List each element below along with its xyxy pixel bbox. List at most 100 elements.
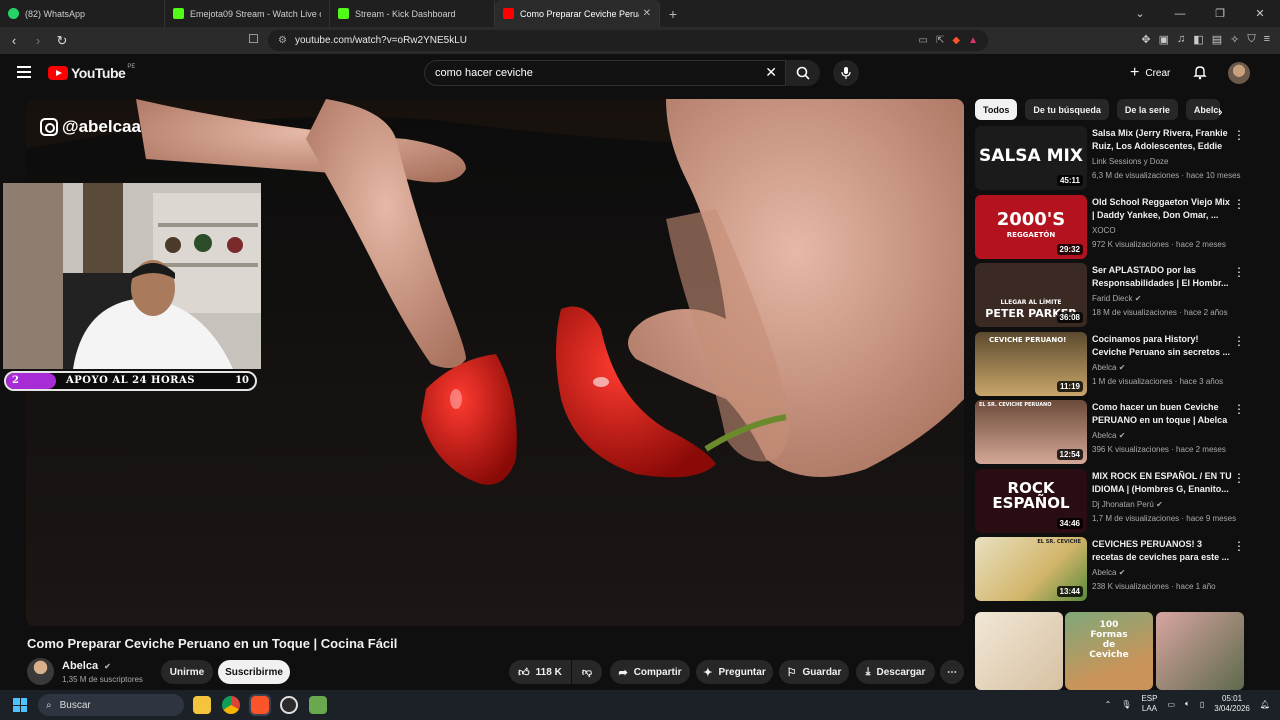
sparkle-icon: ✦ <box>703 666 713 679</box>
cast-icon[interactable]: ▭ <box>919 35 928 46</box>
window-controls: ⌄ — ❐ ✕ <box>1120 0 1280 27</box>
share-button[interactable]: ➦ Compartir <box>610 660 690 684</box>
network-icon[interactable]: ▭ <box>1167 700 1175 709</box>
channel-avatar[interactable] <box>27 658 54 685</box>
media-icon[interactable]: ♫ <box>1177 33 1185 46</box>
short-thumbnail[interactable]: 100 Formas de Ceviche <box>1065 612 1153 690</box>
subscriber-count: 1,35 M de suscriptores <box>62 675 143 684</box>
menu-icon[interactable]: ≡ <box>1264 33 1270 46</box>
microphone-icon[interactable]: 🎙︎ <box>1121 700 1131 709</box>
save-button[interactable]: ⚐ Guardar <box>779 660 849 684</box>
search-input[interactable]: como hacer ceviche ✕ <box>424 60 786 86</box>
notifications-bell-icon[interactable] <box>1192 64 1208 80</box>
kick-icon <box>338 8 349 19</box>
more-options-icon[interactable]: ⋮ <box>1233 471 1245 485</box>
recommendation-item[interactable]: ROCK ESPAÑOL 34:46 MIX ROCK EN ESPAÑOL /… <box>975 469 1245 533</box>
channel-name[interactable]: Abelca ✔ <box>62 660 111 672</box>
clock[interactable]: 05:01 3/04/2026 <box>1214 694 1250 714</box>
forward-icon[interactable]: › <box>28 33 48 48</box>
ask-button[interactable]: ✦ Preguntar <box>696 660 773 684</box>
like-button[interactable]: 👍︎ 118 K <box>509 660 571 684</box>
more-actions-button[interactable]: ⋯ <box>940 660 964 684</box>
browser-tab-kick-dashboard[interactable]: Stream - Kick Dashboard <box>330 0 495 27</box>
brave-shield-icon[interactable]: ◆ <box>952 35 960 46</box>
recommendation-meta: 396 K visualizaciones · hace 2 meses <box>1092 445 1226 454</box>
bookmark-icon[interactable]: ☐ <box>248 32 259 46</box>
chip-from-search[interactable]: De tu búsqueda <box>1025 99 1109 120</box>
share-icon[interactable]: ⇱ <box>936 35 944 46</box>
wallet-icon[interactable]: ▤ <box>1212 33 1222 46</box>
goal-end-value: 10 <box>235 375 249 386</box>
more-options-icon[interactable]: ⋮ <box>1233 334 1245 348</box>
recommendation-title: Salsa Mix (Jerry Rivera, Frankie Ruiz, L… <box>1092 128 1228 151</box>
minecraft-icon[interactable] <box>309 696 327 714</box>
recommendation-item[interactable]: EL SR. CEVICHE PERUANO 12:54 Como hacer … <box>975 400 1245 464</box>
short-thumbnail[interactable] <box>975 612 1063 690</box>
vpn-icon[interactable]: ⛉ <box>1247 33 1255 46</box>
clear-search-icon[interactable]: ✕ <box>765 64 777 81</box>
like-count: 118 K <box>535 666 562 678</box>
youtube-header: YouTube PE como hacer ceviche ✕ + Crear <box>0 54 1280 92</box>
volume-icon[interactable]: 🔈︎ <box>1185 699 1190 709</box>
search-button[interactable] <box>786 60 820 86</box>
taskbar-search[interactable]: ⌕ Buscar <box>38 694 184 716</box>
voice-search-button[interactable] <box>833 60 859 86</box>
menu-icon[interactable] <box>17 66 31 78</box>
recommendation-item[interactable]: CEVICHE PERUANO! 11:19 Cocinamos para Hi… <box>975 332 1245 396</box>
create-button[interactable]: + Crear <box>1122 62 1178 84</box>
site-info-icon[interactable]: ⚙ <box>278 35 287 46</box>
ask-label: Preguntar <box>718 666 766 678</box>
language-indicator[interactable]: ESP LAA <box>1141 694 1157 714</box>
recommendation-meta: 238 K visualizaciones · hace 1 año <box>1092 582 1216 591</box>
user-avatar[interactable] <box>1228 62 1250 84</box>
chip-from-series[interactable]: De la serie <box>1116 99 1178 120</box>
rewards-icon[interactable]: ▲ <box>968 35 978 46</box>
extensions-icon[interactable]: ✥ <box>1141 33 1150 46</box>
screenshot-icon[interactable]: ▣ <box>1159 33 1169 46</box>
chip-channel[interactable]: Abelca <box>1185 99 1220 120</box>
recommendation-item[interactable]: SALSA MIX 45:11 Salsa Mix (Jerry Rivera,… <box>975 126 1245 190</box>
chevron-right-icon[interactable]: › <box>1218 103 1223 119</box>
browser-tab-whatsapp[interactable]: (82) WhatsApp <box>0 0 165 27</box>
notifications-icon[interactable]: 🔔︎ <box>1260 700 1270 709</box>
battery-icon[interactable]: ▯ <box>1200 700 1204 709</box>
video-duration: 45:11 <box>1056 175 1083 186</box>
minimize-icon[interactable]: — <box>1160 0 1200 27</box>
new-tab-button[interactable]: + <box>660 6 686 22</box>
browser-tab-youtube[interactable]: Como Preparar Ceviche Perua ✕ <box>495 0 660 27</box>
chip-all[interactable]: Todos <box>975 99 1018 120</box>
short-thumbnail[interactable] <box>1156 612 1244 690</box>
more-options-icon[interactable]: ⋮ <box>1233 128 1245 142</box>
close-tab-icon[interactable]: ✕ <box>643 8 651 19</box>
short-title-text: 100 Formas de Ceviche <box>1089 620 1129 660</box>
more-options-icon[interactable]: ⋮ <box>1233 539 1245 553</box>
windows-start-icon[interactable] <box>13 698 27 712</box>
recommendation-item[interactable]: 2000'S REGGAETÓN 29:32 Old School Reggae… <box>975 195 1245 259</box>
reload-icon[interactable]: ↻ <box>52 33 72 49</box>
address-bar-actions: ▭ ⇱ ◆ ▲ <box>919 35 988 46</box>
more-options-icon[interactable]: ⋮ <box>1233 197 1245 211</box>
restore-icon[interactable]: ❐ <box>1200 0 1240 27</box>
sidebar-icon[interactable]: ◧ <box>1193 33 1203 46</box>
chevron-up-icon[interactable]: ⌃ <box>1105 700 1112 709</box>
dislike-button[interactable]: 👎︎ <box>572 660 602 684</box>
leo-icon[interactable]: ✧ <box>1230 33 1239 46</box>
chrome-icon[interactable] <box>222 696 240 714</box>
close-window-icon[interactable]: ✕ <box>1240 0 1280 27</box>
collapse-icon[interactable]: ⌄ <box>1120 0 1160 27</box>
youtube-logo[interactable]: YouTube PE <box>48 64 135 81</box>
file-explorer-icon[interactable] <box>193 696 211 714</box>
address-bar[interactable]: ⚙ youtube.com/watch?v=oRw2YNE5kLU ▭ ⇱ ◆ … <box>268 30 988 51</box>
system-tray: ⌃ 🎙︎ ESP LAA ▭ 🔈︎ ▯ 05:01 3/04/2026 🔔︎ <box>1105 694 1270 714</box>
recommendation-item[interactable]: EL SR. CEVICHE 13:44 CEVICHES PERUANOS! … <box>975 537 1245 601</box>
brave-icon[interactable] <box>249 694 271 716</box>
recommendation-item[interactable]: LLEGAR AL LÍMITE PETER PARKER 36:08 Ser … <box>975 263 1245 327</box>
browser-tab-kick-stream[interactable]: Emejota09 Stream - Watch Live o <box>165 0 330 27</box>
back-icon[interactable]: ‹ <box>4 33 24 48</box>
more-options-icon[interactable]: ⋮ <box>1233 265 1245 279</box>
join-button[interactable]: Unirme <box>161 660 213 684</box>
obs-icon[interactable] <box>280 696 298 714</box>
download-button[interactable]: ⤓ Descargar <box>856 660 935 684</box>
subscribe-button[interactable]: Suscribirme <box>218 660 290 684</box>
more-options-icon[interactable]: ⋮ <box>1233 402 1245 416</box>
